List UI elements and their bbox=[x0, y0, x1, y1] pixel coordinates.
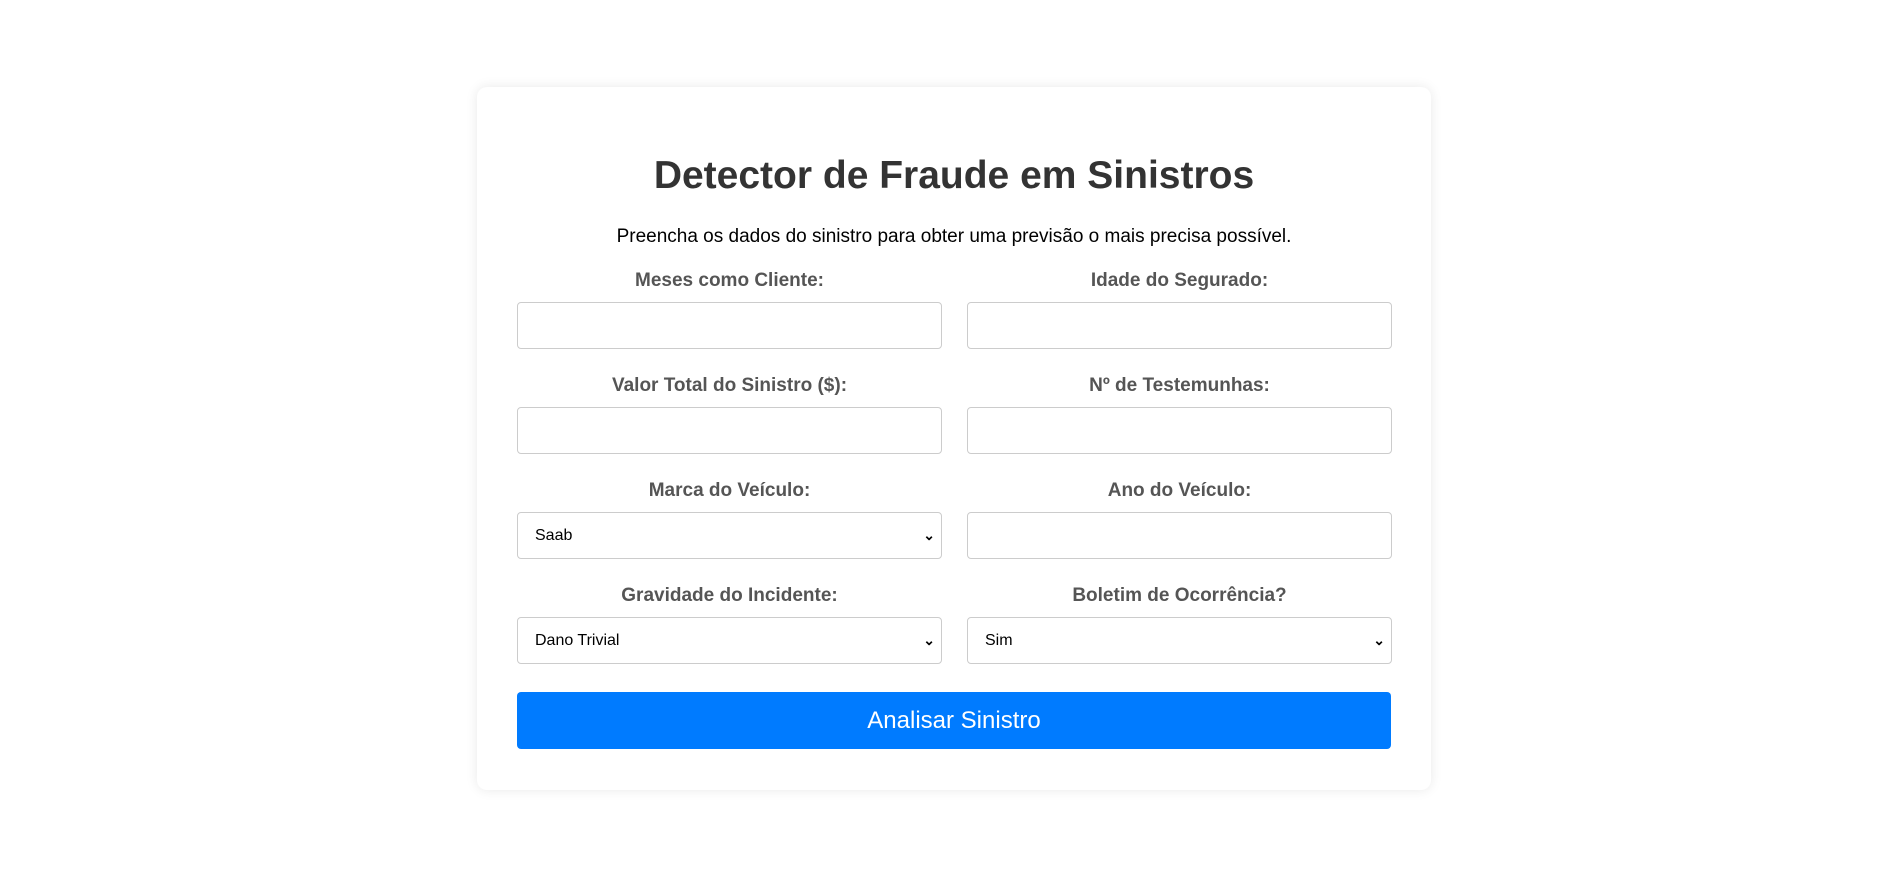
form-card: Detector de Fraude em Sinistros Preencha… bbox=[477, 87, 1431, 790]
field-label: Marca do Veículo: bbox=[648, 480, 811, 501]
field-boletim: Boletim de Ocorrência? Sim ⌄ bbox=[967, 584, 1392, 664]
idade-segurado-input[interactable] bbox=[967, 302, 1392, 349]
chevron-down-icon: ⌄ bbox=[923, 527, 935, 543]
chevron-down-icon: ⌄ bbox=[1373, 632, 1385, 648]
select-value: Dano Trivial bbox=[535, 632, 620, 649]
testemunhas-input[interactable] bbox=[967, 407, 1392, 454]
form-grid: Meses como Cliente: Idade do Segurado: V… bbox=[517, 269, 1392, 664]
chevron-down-icon: ⌄ bbox=[923, 632, 935, 648]
field-label: Ano do Veículo: bbox=[1107, 480, 1252, 501]
field-label: Meses como Cliente: bbox=[635, 270, 824, 291]
page-title: Detector de Fraude em Sinistros bbox=[653, 154, 1255, 197]
meses-cliente-input[interactable] bbox=[517, 302, 942, 349]
field-label: Idade do Segurado: bbox=[1090, 270, 1269, 291]
boletim-select[interactable]: Sim ⌄ bbox=[967, 617, 1392, 664]
select-value: Sim bbox=[985, 632, 1013, 649]
ano-veiculo-input[interactable] bbox=[967, 512, 1392, 559]
page-subtitle: Preencha os dados do sinistro para obter… bbox=[616, 226, 1292, 247]
analisar-sinistro-button[interactable]: Analisar Sinistro bbox=[517, 692, 1391, 749]
field-idade-segurado: Idade do Segurado: bbox=[967, 269, 1392, 349]
field-label: Boletim de Ocorrência? bbox=[1072, 585, 1287, 606]
field-label: Nº de Testemunhas: bbox=[1089, 375, 1270, 396]
field-testemunhas: Nº de Testemunhas: bbox=[967, 374, 1392, 454]
field-ano-veiculo: Ano do Veículo: bbox=[967, 479, 1392, 559]
field-gravidade: Gravidade do Incidente: Dano Trivial ⌄ bbox=[517, 584, 942, 664]
field-label: Gravidade do Incidente: bbox=[621, 585, 838, 606]
field-valor-sinistro: Valor Total do Sinistro ($): bbox=[517, 374, 942, 454]
valor-sinistro-input[interactable] bbox=[517, 407, 942, 454]
gravidade-select[interactable]: Dano Trivial ⌄ bbox=[517, 617, 942, 664]
field-meses-cliente: Meses como Cliente: bbox=[517, 269, 942, 349]
field-marca-veiculo: Marca do Veículo: Saab ⌄ bbox=[517, 479, 942, 559]
marca-veiculo-select[interactable]: Saab ⌄ bbox=[517, 512, 942, 559]
field-label: Valor Total do Sinistro ($): bbox=[611, 375, 848, 396]
select-value: Saab bbox=[535, 527, 573, 544]
